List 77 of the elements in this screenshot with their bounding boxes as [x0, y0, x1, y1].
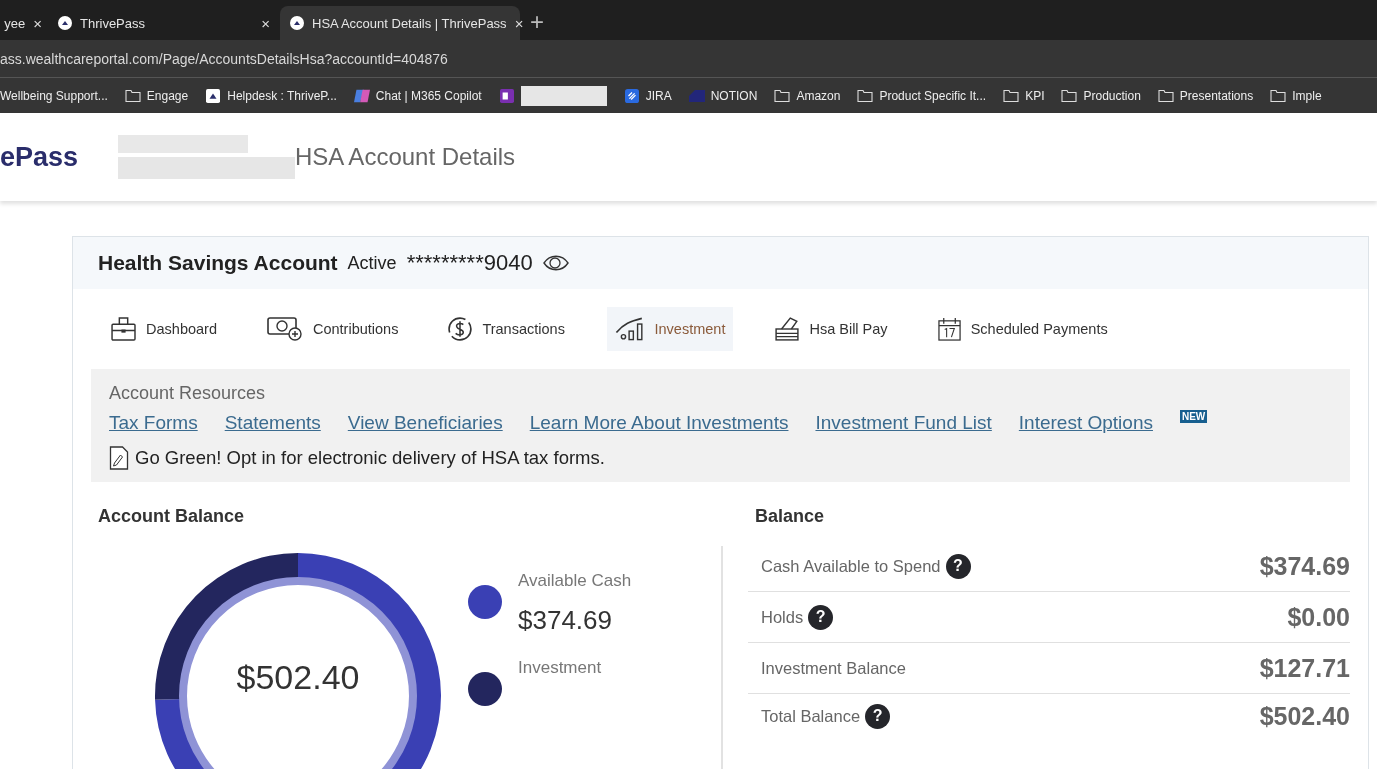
balance-label: Cash Available to Spend: [761, 556, 941, 576]
balance-amount: $127.71: [1259, 653, 1350, 683]
account-number: *********9040: [406, 250, 533, 276]
folder-icon: [774, 88, 791, 103]
bookmark[interactable]: Product Specific It...: [879, 88, 987, 103]
help-icon[interactable]: ?: [865, 703, 891, 729]
nav-tab[interactable]: Hsa Bill Pay: [767, 307, 896, 351]
balance-label: Holds: [761, 607, 804, 627]
notebook-icon: [498, 88, 515, 103]
balance-amount: $374.69: [1259, 551, 1350, 581]
help-icon[interactable]: ?: [945, 553, 971, 579]
account-status: Active: [347, 252, 397, 274]
folder-icon: [1270, 88, 1287, 103]
folder-icon: [1061, 88, 1078, 103]
balance-label: Investment Balance: [761, 658, 906, 678]
bookmark[interactable]: Production: [1083, 88, 1141, 103]
bookmark[interactable]: Imple: [1292, 88, 1322, 103]
nav-tab[interactable]: Contributions: [258, 307, 407, 351]
bookmark[interactable]: NOTION: [710, 88, 758, 103]
resource-link[interactable]: Statements: [224, 412, 321, 434]
folder-icon: [857, 88, 874, 103]
browser-tab[interactable]: yee ×: [0, 6, 48, 40]
new-badge: NEW: [1179, 410, 1208, 423]
dollar-icon: [448, 317, 473, 341]
resource-link[interactable]: Interest Options: [1018, 412, 1153, 434]
nav-tab[interactable]: Transactions: [440, 307, 573, 351]
cash-icon: [266, 317, 303, 341]
section-title: Balance: [754, 506, 826, 527]
site-icon: [205, 88, 222, 103]
resource-link[interactable]: Investment Fund List: [815, 412, 992, 434]
close-icon[interactable]: ×: [261, 14, 270, 32]
resource-link[interactable]: View Beneficiaries: [347, 412, 503, 434]
legend-value: $374.69: [518, 605, 613, 636]
bill-pay-icon: [775, 317, 800, 341]
balance-amount: $502.40: [1259, 701, 1350, 731]
bookmark[interactable]: Presentations: [1179, 88, 1254, 103]
nav-tab[interactable]: Investment: [606, 307, 734, 351]
notice-text: Go Green! Opt in for electronic delivery of HSA tax forms.: [135, 447, 605, 469]
nav-tab[interactable]: Scheduled Payments: [929, 307, 1116, 351]
folder-icon: [1157, 88, 1174, 103]
bookmark[interactable]: Amazon: [796, 88, 841, 103]
bookmark[interactable]: KPI: [1025, 88, 1045, 103]
resource-link[interactable]: Tax Forms: [109, 412, 198, 434]
briefcase-icon: [111, 317, 137, 341]
new-tab-button[interactable]: +: [530, 8, 544, 36]
site-icon: [290, 16, 304, 30]
total-amount: $502.40: [235, 658, 361, 697]
copilot-icon: [353, 88, 370, 103]
calendar-icon: [937, 317, 961, 341]
address-bar[interactable]: ass.wealthcareportal.com/Page/AccountsDetailsHsa?accountId=404876: [0, 50, 448, 67]
document-icon: [109, 446, 129, 470]
bookmark[interactable]: JIRA: [645, 88, 672, 103]
balance-label: Total Balance: [761, 706, 861, 726]
folder-icon: [1003, 88, 1020, 103]
page-title: HSA Account Details: [295, 143, 516, 171]
account-name: Health Savings Account: [98, 251, 338, 275]
close-icon[interactable]: ×: [33, 14, 42, 32]
site-icon: [58, 16, 72, 30]
balance-amount: $0.00: [1287, 602, 1350, 632]
bookmark[interactable]: Wellbeing Support...: [0, 88, 108, 103]
resource-link[interactable]: Learn More About Investments: [529, 412, 789, 434]
legend-label: Investment: [518, 658, 602, 678]
chart-icon: [614, 317, 645, 341]
eye-icon[interactable]: [542, 255, 569, 271]
section-title: Account Balance: [98, 506, 246, 527]
nav-tab[interactable]: Dashboard: [103, 307, 225, 351]
jira-icon: [623, 88, 640, 103]
legend-label: Available Cash: [518, 571, 632, 591]
help-icon[interactable]: ?: [808, 604, 834, 630]
logo: ePass: [0, 141, 80, 173]
bookmark[interactable]: Chat | M365 Copilot: [375, 88, 482, 103]
notion-icon: [688, 88, 705, 103]
browser-tab[interactable]: ThrivePass ×: [48, 6, 280, 40]
section-title: Account Resources: [109, 383, 267, 404]
bookmark[interactable]: Engage: [146, 88, 189, 103]
folder-icon: [124, 88, 141, 103]
bookmark[interactable]: Helpdesk : ThriveP...: [227, 88, 337, 103]
